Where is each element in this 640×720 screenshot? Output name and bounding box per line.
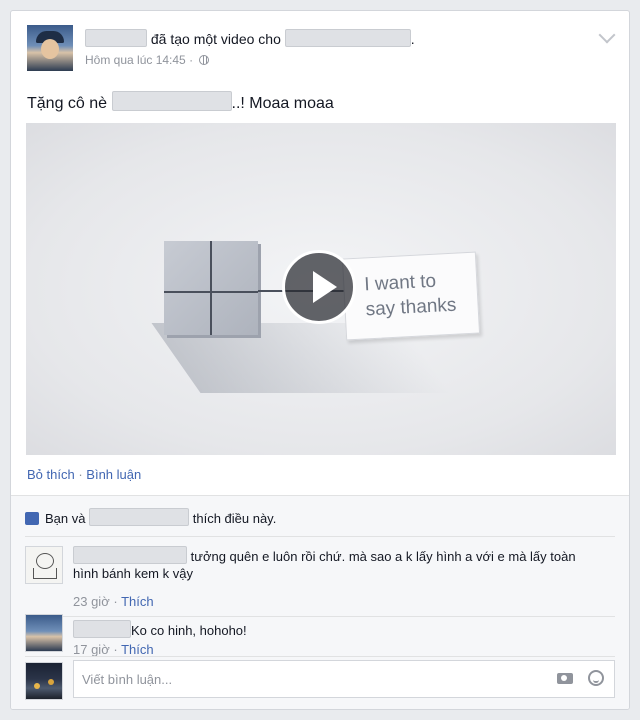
redacted-tagged-name[interactable] <box>111 91 232 111</box>
message-start: Tặng cô nè <box>27 95 108 112</box>
meta-dot: · <box>189 53 194 67</box>
author-avatar[interactable] <box>27 25 73 71</box>
gift-ribbon-vertical <box>210 241 212 335</box>
chevron-down-icon[interactable] <box>598 26 616 44</box>
comment-body: tưởng quên e luôn rồi chứ. mà sao a k lấ… <box>73 546 603 582</box>
commenter-avatar[interactable] <box>25 614 63 652</box>
comment-time[interactable]: 23 giờ <box>73 594 110 609</box>
redacted-commenter-name[interactable] <box>73 546 187 564</box>
post-message: Tặng cô nè ..! Moaa moaa <box>27 91 334 113</box>
headline-period: . <box>410 31 415 47</box>
divider <box>25 656 615 657</box>
comment-like-link[interactable]: Thích <box>121 642 154 657</box>
like-thumb-icon <box>25 512 39 525</box>
redacted-author-name[interactable] <box>85 29 147 47</box>
actions-dot: · <box>78 467 83 482</box>
divider <box>25 536 615 537</box>
redacted-commenter-name[interactable] <box>73 620 131 638</box>
post-timestamp[interactable]: Hôm qua lúc 14:45 <box>85 53 186 67</box>
message-end: ..! Moaa moaa <box>231 95 334 112</box>
redacted-recipient-name[interactable] <box>284 29 411 47</box>
comment-dot: · <box>113 642 118 657</box>
created-video-text: đã tạo một video cho <box>150 31 281 47</box>
likes-summary: Bạn và thích điều này. <box>25 508 276 526</box>
comment-meta: 17 giờ · Thích <box>73 642 154 657</box>
comment-dot: · <box>113 594 118 609</box>
current-user-avatar <box>25 662 63 700</box>
redacted-liker-name[interactable] <box>89 508 190 526</box>
comment-meta: 23 giờ · Thích <box>73 594 154 609</box>
post-header: đã tạo một video cho . Hôm qua lúc 14:45… <box>27 25 616 75</box>
commenter-avatar[interactable] <box>25 546 63 584</box>
tag-line-2: say thanks <box>365 294 457 321</box>
divider <box>25 616 615 617</box>
comment-link[interactable]: Bình luận <box>86 467 141 482</box>
post-actions: Bỏ thích · Bình luận <box>27 467 141 482</box>
camera-icon[interactable] <box>557 673 573 684</box>
avatar-face <box>41 39 59 59</box>
post-meta: Hôm qua lúc 14:45 · <box>85 53 210 67</box>
globe-icon[interactable] <box>199 55 210 65</box>
emoji-icon[interactable] <box>588 670 604 686</box>
comment-body: Ko co hinh, hohoho! <box>73 620 603 639</box>
comment-input[interactable] <box>73 660 615 698</box>
thanks-tag: I want to say thanks <box>341 251 481 341</box>
comment-time[interactable]: 17 giờ <box>73 642 110 657</box>
gift-box <box>164 241 258 335</box>
tag-text: I want to say thanks <box>364 268 457 323</box>
comment-like-link[interactable]: Thích <box>121 594 154 609</box>
play-icon[interactable] <box>282 250 356 324</box>
feed-post: đã tạo một video cho . Hôm qua lúc 14:45… <box>10 10 630 710</box>
comment-text: Ko co hinh, hohoho! <box>131 623 247 638</box>
video-player[interactable]: I want to say thanks <box>26 123 616 455</box>
unlike-link[interactable]: Bỏ thích <box>27 467 75 482</box>
likes-prefix: Bạn và <box>45 511 86 526</box>
post-headline: đã tạo một video cho . <box>85 29 415 47</box>
likes-suffix: thích điều này. <box>192 511 277 526</box>
comments-section: Bạn và thích điều này. tưởng quên e luôn… <box>11 495 629 709</box>
